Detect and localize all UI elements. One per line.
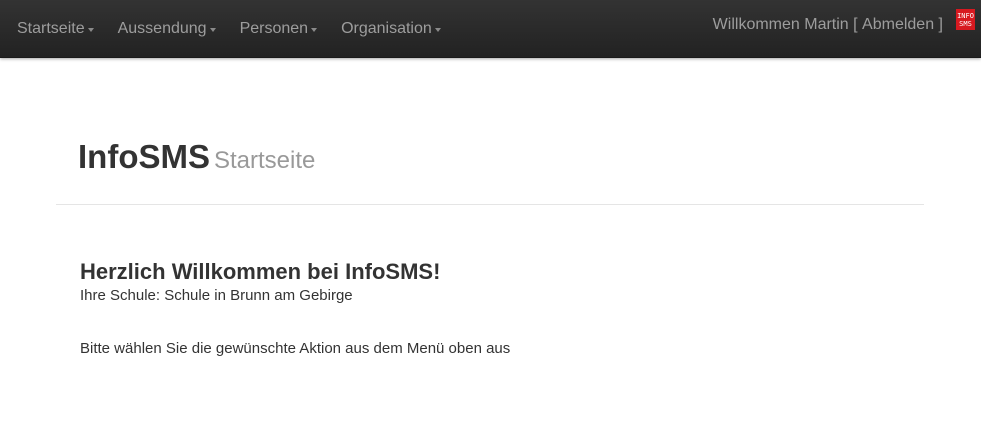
infosms-logo-icon: INFO SMS <box>956 9 975 30</box>
page-subtitle: Startseite <box>213 147 316 174</box>
brand-name: InfoSMS <box>78 138 210 175</box>
logo-line-1: INFO <box>957 11 974 20</box>
main-menu: Startseite Aussendung Personen Organisat… <box>0 0 453 57</box>
user-welcome: Willkommen Martin [ Abmelden ] <box>713 0 943 50</box>
menu-aussendung-label: Aussendung <box>117 19 207 37</box>
instruction-text: Bitte wählen Sie die gewünschte Aktion a… <box>80 340 511 357</box>
welcome-heading: Herzlich Willkommen bei InfoSMS! <box>80 259 441 284</box>
top-navbar: Startseite Aussendung Personen Organisat… <box>0 0 981 58</box>
menu-personen[interactable]: Personen <box>228 0 330 57</box>
page-title: InfoSMS Startseite <box>78 138 315 176</box>
page-header: InfoSMS Startseite <box>56 130 924 205</box>
menu-organisation-label: Organisation <box>341 19 432 37</box>
menu-startseite[interactable]: Startseite <box>0 0 106 57</box>
caret-down-icon <box>311 27 318 32</box>
main-content: Herzlich Willkommen bei InfoSMS! Ihre Sc… <box>80 258 900 359</box>
bracket-open: [ <box>853 16 858 33</box>
menu-personen-label: Personen <box>239 19 309 37</box>
welcome-text: Willkommen Martin <box>712 16 849 33</box>
caret-down-icon <box>434 27 441 32</box>
menu-aussendung[interactable]: Aussendung <box>106 0 228 57</box>
school-info: Ihre Schule: Schule in Brunn am Gebirge <box>80 287 353 304</box>
caret-down-icon <box>209 27 216 32</box>
logout-link[interactable]: Abmelden <box>862 16 934 34</box>
menu-organisation[interactable]: Organisation <box>329 0 453 57</box>
logo-line-2: SMS <box>959 19 972 28</box>
menu-startseite-label: Startseite <box>17 19 85 37</box>
caret-down-icon <box>87 27 94 32</box>
bracket-close: ] <box>938 16 943 33</box>
